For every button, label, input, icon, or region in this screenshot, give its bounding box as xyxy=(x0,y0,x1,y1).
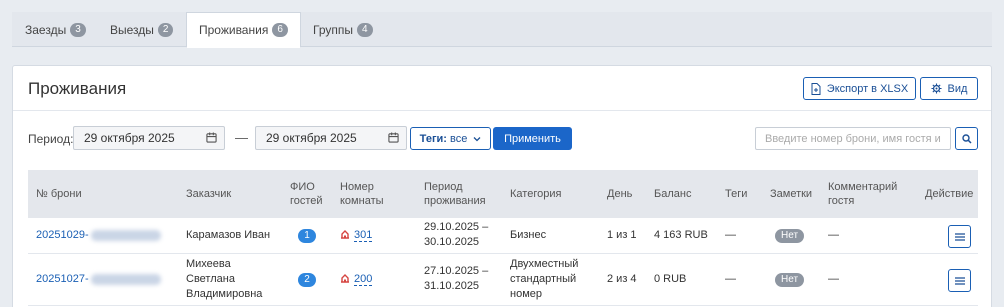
notes-badge[interactable]: Нет xyxy=(775,272,805,287)
booking-number: 20251029- xyxy=(36,229,89,241)
redacted-text xyxy=(90,229,161,241)
tab-stays[interactable]: Проживания 6 xyxy=(186,12,301,48)
guests-count: 1 xyxy=(298,229,316,243)
guests-badge[interactable]: 1 xyxy=(298,228,316,243)
date-separator: — xyxy=(235,130,248,145)
period-from: 27.10.2025 – xyxy=(424,265,489,277)
room-icon xyxy=(341,274,349,283)
notes-value: Нет xyxy=(775,229,805,243)
page-title: Проживания xyxy=(28,79,127,98)
table-row: 20251027- Михеева Светлана Владимировна … xyxy=(28,254,978,306)
date-from-value: 29 октября 2025 xyxy=(84,131,175,145)
apply-button[interactable]: Применить xyxy=(493,127,572,150)
table-header: № брони Заказчик ФИО гостей Номер комнат… xyxy=(28,170,978,218)
guests-count: 2 xyxy=(298,273,316,287)
tab-count-badge: 4 xyxy=(356,22,373,37)
balance: 4 163 RUB xyxy=(654,229,708,241)
balance: 0 RUB xyxy=(654,273,687,285)
date-to-value: 29 октября 2025 xyxy=(266,131,357,145)
stay-period: 27.10.2025 – 31.10.2025 xyxy=(424,264,488,294)
gear-icon xyxy=(931,83,942,94)
tab-label: Заезды xyxy=(25,22,67,37)
period-to: 30.10.2025 xyxy=(424,236,480,248)
tab-label: Группы xyxy=(313,22,353,37)
th-category: Категория xyxy=(510,188,562,200)
calendar-icon xyxy=(206,132,217,143)
chevron-down-icon xyxy=(473,136,481,141)
date-from-field[interactable]: 29 октября 2025 xyxy=(73,126,225,150)
th-tags: Теги xyxy=(725,188,748,200)
table-row: 20251029- Карамазов Иван 1 301 29.10.202… xyxy=(28,218,978,254)
room-category: Двухместный стандартный номер xyxy=(510,258,579,300)
menu-icon xyxy=(954,276,965,285)
th-guests: ФИО гостей xyxy=(290,181,323,207)
tab-groups[interactable]: Группы 4 xyxy=(313,12,373,47)
stays-panel: Проживания Экспорт в XLSX Вид Период: 29… xyxy=(12,65,992,307)
tab-arrivals[interactable]: Заезды 3 xyxy=(25,12,86,47)
tags-value: — xyxy=(725,229,736,241)
guest-comment: — xyxy=(828,273,839,285)
calendar-icon xyxy=(388,132,399,143)
room-icon xyxy=(341,230,349,239)
file-export-icon xyxy=(811,82,821,95)
tags-value: все xyxy=(449,132,468,145)
customer-name: Карамазов Иван xyxy=(186,229,271,241)
customer-name: Михеева Светлана Владимировна xyxy=(186,258,263,300)
panel-header: Проживания Экспорт в XLSX Вид xyxy=(13,66,991,111)
tags-dropdown[interactable]: Теги: все xyxy=(410,127,491,150)
th-customer: Заказчик xyxy=(186,188,232,200)
tab-label: Проживания xyxy=(199,23,269,37)
th-balance: Баланс xyxy=(654,188,692,200)
stay-day: 1 из 1 xyxy=(607,229,637,241)
booking-number: 20251027- xyxy=(36,273,89,285)
th-room: Номер комнаты xyxy=(340,181,384,207)
tab-bar: Заезды 3 Выезды 2 Проживания 6 Группы 4 xyxy=(12,12,992,48)
export-label: Экспорт в XLSX xyxy=(826,82,909,95)
export-xlsx-button[interactable]: Экспорт в XLSX xyxy=(803,77,916,100)
tab-count-badge: 6 xyxy=(272,23,288,37)
guests-badge[interactable]: 2 xyxy=(298,272,316,287)
notes-value: Нет xyxy=(775,273,805,287)
guest-comment: — xyxy=(828,229,839,241)
stay-day: 2 из 4 xyxy=(607,273,637,285)
th-notes: Заметки xyxy=(770,188,813,200)
period-from: 29.10.2025 – xyxy=(424,221,489,233)
period-to: 31.10.2025 xyxy=(424,280,480,292)
redacted-text xyxy=(90,273,161,285)
booking-number-link[interactable]: 20251027- xyxy=(36,272,161,287)
room-link[interactable]: 301 xyxy=(340,228,373,243)
row-action-menu-button[interactable] xyxy=(948,269,971,292)
th-comment: Комментарий гостя xyxy=(828,181,898,207)
th-day: День xyxy=(607,188,633,200)
tab-count-badge: 2 xyxy=(157,22,174,37)
room-link[interactable]: 200 xyxy=(340,272,373,287)
menu-icon xyxy=(954,232,965,241)
view-settings-button[interactable]: Вид xyxy=(920,77,978,100)
th-booking: № брони xyxy=(36,188,82,200)
search-icon xyxy=(961,133,972,144)
view-label: Вид xyxy=(947,82,968,95)
stay-period: 29.10.2025 – 30.10.2025 xyxy=(424,220,488,250)
tab-departures[interactable]: Выезды 2 xyxy=(110,12,174,47)
row-action-menu-button[interactable] xyxy=(948,225,971,248)
tab-label: Выезды xyxy=(110,22,154,37)
th-period: Период проживания xyxy=(424,181,486,207)
tab-count-badge: 3 xyxy=(70,22,86,37)
search-button[interactable] xyxy=(955,127,978,150)
booking-number-link[interactable]: 20251029- xyxy=(36,228,161,243)
room-number: 200 xyxy=(354,273,373,286)
room-category: Бизнес xyxy=(510,229,547,241)
room-number: 301 xyxy=(354,229,373,242)
notes-badge[interactable]: Нет xyxy=(775,228,805,243)
date-to-field[interactable]: 29 октября 2025 xyxy=(255,126,407,150)
tags-value: — xyxy=(725,273,736,285)
th-action: Действие xyxy=(925,188,974,200)
tags-prefix: Теги: xyxy=(419,132,447,145)
period-label: Период: xyxy=(28,132,74,146)
search-input[interactable]: Введите номер брони, имя гостя и xyxy=(755,127,951,150)
